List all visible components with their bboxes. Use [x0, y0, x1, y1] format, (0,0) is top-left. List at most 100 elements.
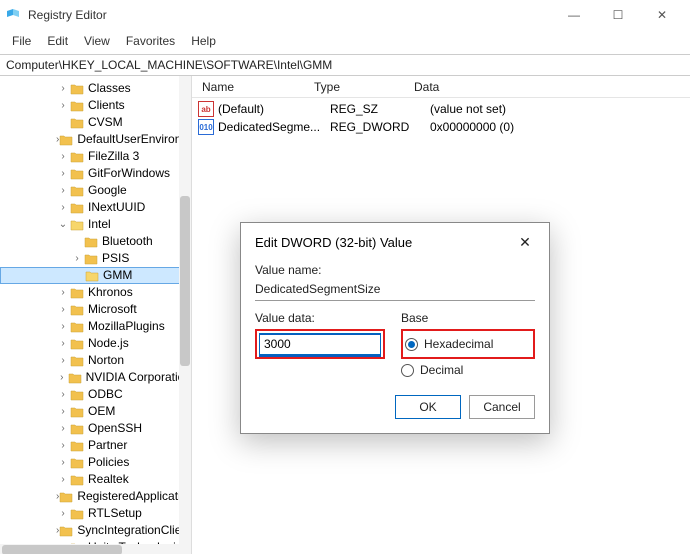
tree-node-label: FileZilla 3: [88, 148, 139, 165]
chevron-right-icon[interactable]: ›: [56, 284, 70, 301]
tree-node[interactable]: ›Norton: [0, 352, 191, 369]
tree-node[interactable]: CVSM: [0, 114, 191, 131]
tree-node[interactable]: › FileZilla 3: [0, 148, 191, 165]
chevron-right-icon[interactable]: ›: [56, 318, 70, 335]
maximize-button[interactable]: ☐: [596, 0, 640, 30]
tree-node[interactable]: ›ODBC: [0, 386, 191, 403]
tree-node-label: Google: [88, 182, 127, 199]
base-highlight: Hexadecimal: [401, 329, 535, 359]
tree-node[interactable]: ›SyncIntegrationClients: [0, 522, 191, 539]
chevron-right-icon[interactable]: ›: [56, 471, 70, 488]
menu-favorites[interactable]: Favorites: [120, 32, 181, 50]
list-item[interactable]: ab(Default)REG_SZ(value not set): [192, 100, 690, 118]
tree-node-label: Intel: [88, 216, 111, 233]
chevron-right-icon[interactable]: ›: [56, 80, 70, 97]
col-type[interactable]: Type: [310, 80, 410, 94]
tree-node[interactable]: › Google: [0, 182, 191, 199]
tree-node[interactable]: ›Classes: [0, 80, 191, 97]
chevron-down-icon[interactable]: ⌄: [56, 216, 70, 233]
tree-node-label: Partner: [88, 437, 127, 454]
tree-node[interactable]: GMM: [0, 267, 191, 284]
tree-node-label: DefaultUserEnvironment: [77, 131, 192, 148]
close-button[interactable]: ✕: [640, 0, 684, 30]
chevron-right-icon[interactable]: ›: [56, 403, 70, 420]
cancel-button[interactable]: Cancel: [469, 395, 535, 419]
tree-node-label: OEM: [88, 403, 115, 420]
address-bar[interactable]: Computer\HKEY_LOCAL_MACHINE\SOFTWARE\Int…: [0, 54, 690, 76]
chevron-right-icon[interactable]: ›: [56, 454, 70, 471]
value-name: DedicatedSegme...: [218, 120, 330, 134]
radio-dec[interactable]: Decimal: [401, 363, 535, 377]
tree-vscroll-thumb[interactable]: [180, 196, 190, 366]
list-header[interactable]: Name Type Data: [192, 76, 690, 98]
registry-tree[interactable]: ›Classes›ClientsCVSM›DefaultUserEnvironm…: [0, 76, 191, 554]
tree-node-label: Policies: [88, 454, 129, 471]
tree-hscroll-thumb[interactable]: [2, 545, 122, 554]
chevron-right-icon[interactable]: ›: [56, 97, 70, 114]
tree-node[interactable]: › Microsoft: [0, 301, 191, 318]
tree-node[interactable]: ›RTLSetup: [0, 505, 191, 522]
folder-icon: [84, 236, 98, 248]
tree-node[interactable]: ›MozillaPlugins: [0, 318, 191, 335]
tree-node-label: Clients: [88, 97, 125, 114]
tree-node[interactable]: ›Khronos: [0, 284, 191, 301]
menu-file[interactable]: File: [6, 32, 37, 50]
chevron-right-icon[interactable]: ›: [56, 369, 68, 386]
minimize-button[interactable]: —: [552, 0, 596, 30]
tree-node-label: Realtek: [88, 471, 129, 488]
tree-node[interactable]: ›DefaultUserEnvironment: [0, 131, 191, 148]
tree-hscrollbar[interactable]: [0, 544, 180, 554]
menu-view[interactable]: View: [78, 32, 116, 50]
tree-node-label: Microsoft: [88, 301, 137, 318]
string-value-icon: ab: [198, 101, 214, 117]
folder-icon: [84, 253, 98, 265]
chevron-right-icon[interactable]: ›: [56, 165, 70, 182]
folder-icon: [70, 202, 84, 214]
value-data-input[interactable]: [259, 333, 381, 355]
radio-hex-label: Hexadecimal: [424, 337, 493, 351]
tree-node[interactable]: › OEM: [0, 403, 191, 420]
chevron-right-icon[interactable]: ›: [56, 199, 70, 216]
value-data-label: Value data:: [255, 311, 385, 325]
col-name[interactable]: Name: [198, 80, 310, 94]
ok-button[interactable]: OK: [395, 395, 461, 419]
tree-node[interactable]: ›PSIS: [0, 250, 191, 267]
tree-node[interactable]: ›Node.js: [0, 335, 191, 352]
list-item[interactable]: 010DedicatedSegme...REG_DWORD0x00000000 …: [192, 118, 690, 136]
tree-node[interactable]: ›INextUUID: [0, 199, 191, 216]
tree-vscrollbar[interactable]: [179, 76, 191, 554]
address-path: Computer\HKEY_LOCAL_MACHINE\SOFTWARE\Int…: [6, 58, 332, 72]
chevron-right-icon[interactable]: ›: [56, 352, 70, 369]
col-data[interactable]: Data: [410, 80, 690, 94]
chevron-right-icon[interactable]: ›: [56, 437, 70, 454]
tree-node[interactable]: ›RegisteredApplications: [0, 488, 191, 505]
dialog-titlebar[interactable]: Edit DWORD (32-bit) Value ✕: [241, 223, 549, 259]
chevron-right-icon[interactable]: ›: [56, 505, 70, 522]
tree-node[interactable]: › Policies: [0, 454, 191, 471]
tree-node[interactable]: Bluetooth: [0, 233, 191, 250]
tree-node[interactable]: ⌄ Intel: [0, 216, 191, 233]
folder-icon: [70, 168, 84, 180]
chevron-right-icon[interactable]: ›: [56, 182, 70, 199]
radio-hex[interactable]: Hexadecimal: [405, 337, 531, 351]
value-name-display: DedicatedSegmentSize: [255, 280, 535, 301]
tree-node[interactable]: ›OpenSSH: [0, 420, 191, 437]
dialog-body: Value name: DedicatedSegmentSize Value d…: [241, 259, 549, 433]
chevron-right-icon[interactable]: ›: [56, 335, 70, 352]
menu-help[interactable]: Help: [185, 32, 222, 50]
chevron-right-icon[interactable]: ›: [56, 386, 70, 403]
dialog-close-button[interactable]: ✕: [511, 231, 539, 253]
tree-node[interactable]: ›GitForWindows: [0, 165, 191, 182]
tree-node[interactable]: › Clients: [0, 97, 191, 114]
chevron-right-icon[interactable]: ›: [70, 250, 84, 267]
tree-node[interactable]: › Realtek: [0, 471, 191, 488]
chevron-right-icon[interactable]: ›: [56, 148, 70, 165]
tree-node[interactable]: ›NVIDIA Corporation: [0, 369, 191, 386]
window-title: Registry Editor: [28, 8, 107, 22]
value-name: (Default): [218, 102, 330, 116]
tree-node[interactable]: › Partner: [0, 437, 191, 454]
menu-edit[interactable]: Edit: [41, 32, 74, 50]
chevron-right-icon[interactable]: ›: [56, 420, 70, 437]
folder-icon: [59, 491, 73, 503]
chevron-right-icon[interactable]: ›: [56, 301, 70, 318]
